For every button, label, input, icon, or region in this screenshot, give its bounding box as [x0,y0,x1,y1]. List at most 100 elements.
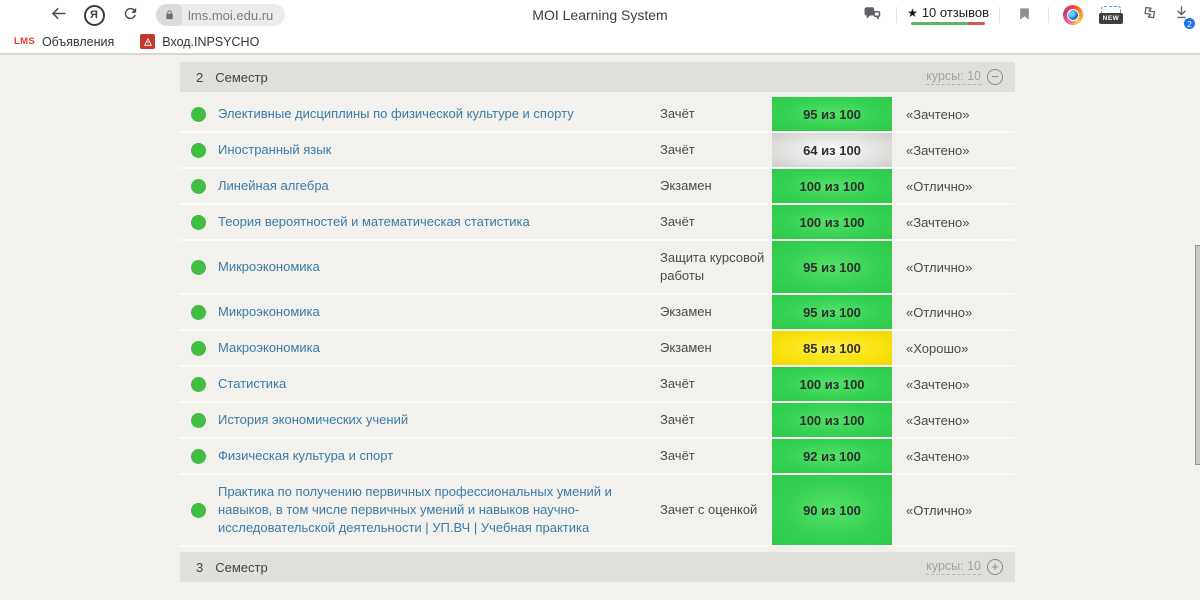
exam-type: Экзамен [660,304,712,319]
grade-cell: «Зачтено» [892,97,1015,131]
grade-cell: «Зачтено» [892,133,1015,167]
exam-type: Зачёт [660,376,695,391]
score-cell: 92 из 100 [772,439,892,473]
lms-page: 2 Семестр курсы: 10 − Элективные дисципл… [0,55,1200,600]
semester-number: 2 [196,69,204,85]
course-link[interactable]: Теория вероятностей и математическая ста… [218,213,530,231]
address-bar[interactable]: lms.moi.edu.ru [156,4,286,26]
semester-label: Семестр [215,69,268,85]
grade-text: «Отлично» [906,304,973,320]
downloads-count-badge: 2 [1183,17,1196,30]
course-name-cell: Статистика [218,367,660,401]
course-name-cell: История экономических учений [218,403,660,437]
back-button[interactable] [44,2,72,28]
grade-row: Линейная алгебра Экзамен 100 из 100 «Отл… [180,169,1015,205]
course-link[interactable]: Элективные дисциплины по физической куль… [218,105,574,123]
course-link[interactable]: Практика по получению первичных професси… [218,483,650,537]
extension-color-button[interactable] [1059,2,1087,28]
score-badge: 64 из 100 [772,133,892,167]
bookmark-inpsycho[interactable]: Вход.INPSYCHO [140,34,259,49]
grade-cell: «Отлично» [892,241,1015,293]
courses-count-link[interactable]: курсы: 10 [926,69,981,85]
course-link[interactable]: Физическая культура и спорт [218,447,393,465]
course-status-dot-icon [191,376,206,392]
exam-type: Зачёт [660,142,695,157]
collapse-section-icon[interactable]: − [987,69,1003,85]
grade-text: «Зачтено» [906,106,970,122]
status-dot-cell [180,169,218,203]
course-link[interactable]: Микроэкономика [218,303,320,321]
score-cell: 90 из 100 [772,475,892,545]
score-badge: 90 из 100 [772,475,892,545]
score-cell: 64 из 100 [772,133,892,167]
course-link[interactable]: Макроэкономика [218,339,320,357]
url-text: lms.moi.edu.ru [188,7,274,23]
status-dot-cell [180,241,218,293]
lms-favicon: LMS [14,36,35,47]
bookmark-announcements[interactable]: LMS Объявления [14,35,114,49]
star-icon: ★ [907,5,918,20]
courses-count-link[interactable]: курсы: 10 [926,559,981,575]
grade-text: «Отлично» [906,259,973,275]
course-link[interactable]: Линейная алгебра [218,177,329,195]
course-link[interactable]: Микроэкономика [218,258,320,276]
status-dot-cell [180,403,218,437]
exam-type-cell: Зачёт [660,205,772,239]
course-status-dot-icon [191,502,206,518]
grade-text: «Зачтено» [906,214,970,230]
score-cell: 85 из 100 [772,331,892,365]
course-status-dot-icon [191,259,206,275]
exam-type: Зачёт [660,412,695,427]
expand-section-icon[interactable]: + [987,559,1003,575]
course-link[interactable]: Статистика [218,375,286,393]
grade-row: История экономических учений Зачёт 100 и… [180,403,1015,439]
chat-widget-button[interactable] [858,2,886,28]
grade-row: Практика по получению первичных професси… [180,475,1015,547]
grades-content: 2 Семестр курсы: 10 − Элективные дисципл… [180,62,1015,587]
vertical-scrollbar-thumb[interactable] [1195,245,1200,465]
status-dot-cell [180,97,218,131]
grade-cell: «Хорошо» [892,331,1015,365]
score-badge: 95 из 100 [772,241,892,293]
reload-button[interactable] [116,2,144,28]
status-dot-cell [180,439,218,473]
exam-type: Зачёт [660,214,695,229]
course-link[interactable]: Иностранный язык [218,141,331,159]
grade-text: «Зачтено» [906,412,970,428]
add-bookmark-button[interactable] [1010,2,1038,28]
course-status-dot-icon [191,340,206,356]
course-name-cell: Микроэкономика [218,295,660,329]
grade-row: Теория вероятностей и математическая ста… [180,205,1015,241]
toolbar-separator [896,7,898,23]
status-dot-cell [180,331,218,365]
site-reviews-button[interactable]: ★ 10 отзывов [907,5,989,25]
grade-row: Микроэкономика Защита курсовой работы 95… [180,241,1015,295]
score-badge: 85 из 100 [772,331,892,365]
score-cell: 100 из 100 [772,403,892,437]
yandex-home-button[interactable]: Я [80,2,108,28]
grade-text: «Отлично» [906,178,973,194]
collections-tag-icon [1140,5,1158,26]
exam-type: Зачёт [660,448,695,463]
course-name-cell: Иностранный язык [218,133,660,167]
score-cell: 95 из 100 [772,97,892,131]
ssl-lock-icon[interactable] [156,4,182,26]
screenshot-new-button[interactable]: NEW [1097,2,1125,28]
grade-cell: «Отлично» [892,295,1015,329]
course-name-cell: Линейная алгебра [218,169,660,203]
downloads-button[interactable]: 2 [1173,4,1196,30]
course-link[interactable]: История экономических учений [218,411,408,429]
collections-button[interactable] [1135,2,1163,28]
colorful-extension-icon [1063,5,1083,25]
exam-type-cell: Защита курсовой работы [660,241,772,293]
semester-2-header: 2 Семестр курсы: 10 − [180,62,1015,92]
exam-type: Защита курсовой работы [660,250,765,283]
reload-icon [122,5,139,25]
grade-row: Микроэкономика Экзамен 95 из 100 «Отличн… [180,295,1015,331]
toolbar-separator [999,7,1000,23]
yandex-icon: Я [83,4,105,26]
score-badge: 100 из 100 [772,169,892,203]
grade-row: Макроэкономика Экзамен 85 из 100 «Хорошо… [180,331,1015,367]
toolbar-separator [1048,7,1049,23]
course-status-dot-icon [191,214,206,230]
